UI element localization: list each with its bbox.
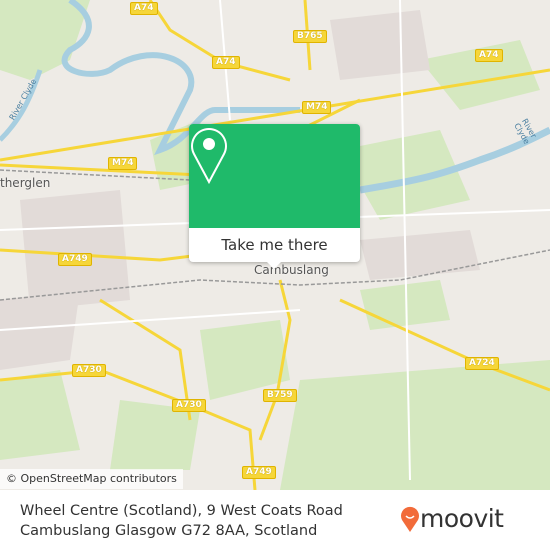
road-label: A724 [465, 357, 499, 370]
address: Wheel Centre (Scotland), 9 West Coats Ro… [20, 501, 343, 541]
popup-header [189, 124, 360, 228]
road-label: M74 [302, 101, 332, 114]
logo-text: moovit [420, 504, 504, 533]
road-label: A74 [212, 56, 240, 69]
moovit-pin-icon [401, 506, 419, 532]
directions-popup[interactable]: Take me there [189, 124, 360, 269]
road-label: A74 [130, 2, 158, 15]
moovit-logo: moovit [400, 504, 504, 533]
map-pin-icon [191, 128, 227, 184]
address-line-2: Cambuslang Glasgow G72 8AA, Scotland [20, 523, 318, 539]
take-me-there-button[interactable]: Take me there [189, 228, 360, 262]
road-label: A749 [242, 466, 276, 479]
road-label: A74 [475, 49, 503, 62]
road-label: A730 [72, 364, 106, 377]
place-label: therglen [0, 176, 51, 190]
road-label: B765 [293, 30, 327, 43]
road-label: A730 [172, 399, 206, 412]
map[interactable]: A74 A74 B765 A74 M74 M74 A749 A730 A730 … [0, 0, 550, 490]
footer: Wheel Centre (Scotland), 9 West Coats Ro… [0, 490, 550, 550]
road-label: M74 [108, 157, 138, 170]
address-line-1: Wheel Centre (Scotland), 9 West Coats Ro… [20, 503, 343, 519]
place-label: Cambuslang [254, 263, 329, 277]
road-label: B759 [263, 389, 297, 402]
map-attribution[interactable]: © OpenStreetMap contributors [0, 469, 183, 489]
road-label: A749 [58, 253, 92, 266]
